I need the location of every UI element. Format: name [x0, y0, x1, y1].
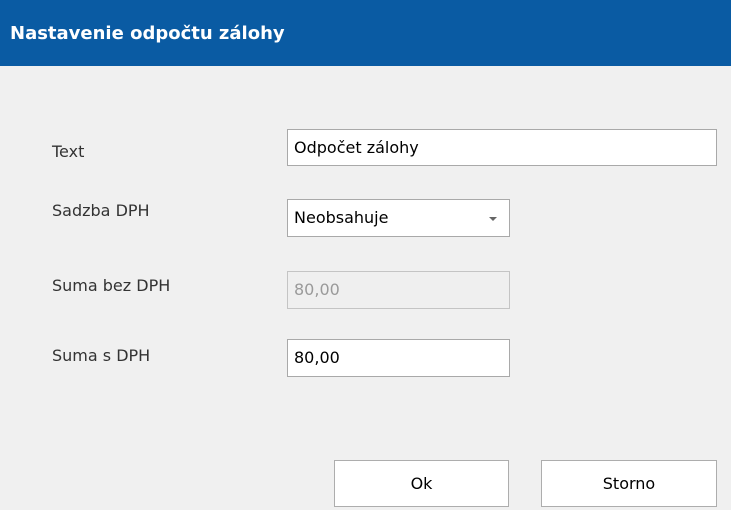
amount-without-vat-value: 80,00 — [294, 280, 340, 299]
dialog-window: Nastavenie odpočtu zálohy Text Odpočet z… — [0, 0, 731, 510]
text-input-value: Odpočet zálohy — [294, 137, 419, 157]
chevron-down-icon[interactable] — [489, 217, 497, 221]
amount-with-vat-input[interactable]: 80,00 — [287, 339, 510, 377]
title-bar: Nastavenie odpočtu zálohy — [0, 0, 731, 66]
amount-with-vat-label: Suma s DPH — [52, 346, 151, 365]
amount-with-vat-value: 80,00 — [294, 348, 340, 367]
vat-rate-dropdown[interactable]: Neobsahuje — [287, 199, 510, 237]
text-label: Text — [52, 142, 85, 161]
amount-without-vat-input: 80,00 — [287, 271, 510, 309]
vat-rate-selected-value: Neobsahuje — [294, 208, 389, 227]
ok-button[interactable]: Ok — [334, 460, 509, 507]
dialog-title: Nastavenie odpočtu zálohy — [10, 23, 285, 44]
cancel-button[interactable]: Storno — [541, 460, 717, 507]
text-input[interactable]: Odpočet zálohy — [287, 129, 717, 166]
amount-without-vat-label: Suma bez DPH — [52, 276, 171, 295]
vat-rate-label: Sadzba DPH — [52, 201, 150, 220]
